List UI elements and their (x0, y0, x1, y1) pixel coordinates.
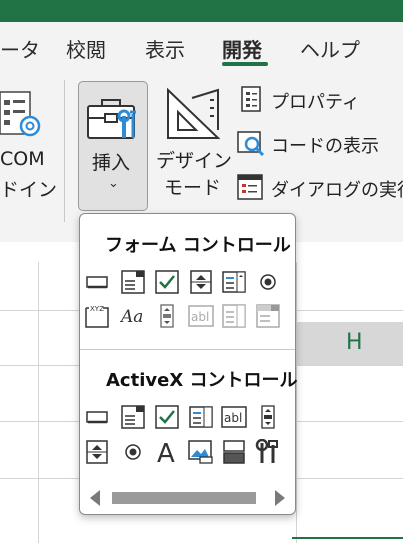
insert-controls-dropdown: フォーム コントロール XYZ Aa abl ActiveX コントロール ab… (79, 213, 298, 515)
tab-review[interactable]: 校閲 (66, 34, 106, 63)
tab-data[interactable]: ータ (0, 34, 40, 63)
grid-line (296, 262, 297, 543)
form-label-icon[interactable]: Aa (120, 303, 146, 329)
properties-button[interactable]: プロパティ (236, 86, 403, 114)
svg-text:XYZ: XYZ (90, 305, 104, 313)
form-text-field-icon: abl (188, 303, 214, 329)
activex-checkbox-icon[interactable] (154, 404, 180, 430)
section-divider (80, 349, 295, 350)
design-mode-button[interactable]: デザイン モード (154, 84, 233, 204)
activex-option-button-icon[interactable] (120, 439, 146, 465)
scroll-right-arrow-icon[interactable] (275, 490, 285, 506)
view-code-icon (237, 131, 265, 157)
scroll-left-arrow-icon[interactable] (90, 490, 100, 506)
svg-text:A: A (157, 439, 175, 465)
activex-command-button-icon[interactable] (84, 404, 110, 430)
tab-help[interactable]: ヘルプ (300, 34, 360, 63)
activex-toggle-button-icon[interactable] (221, 439, 247, 465)
run-dialog-icon (237, 174, 263, 200)
activex-list-box-icon[interactable] (188, 404, 214, 430)
properties-label: プロパティ (271, 92, 360, 113)
form-controls-heading: フォーム コントロール (105, 235, 291, 256)
com-addins-button[interactable]: COM ドイン (0, 84, 57, 204)
chevron-down-icon: ⌄ (108, 176, 119, 191)
form-checkbox-icon[interactable] (154, 269, 180, 295)
popup-horizontal-scrollbar[interactable] (90, 487, 287, 509)
svg-text:Aa: Aa (120, 307, 143, 327)
activex-controls-heading: ActiveX コントロール (106, 370, 298, 391)
design-mode-label-2: モード (164, 177, 222, 199)
svg-text:abl: abl (191, 310, 209, 324)
com-addins-icon (0, 91, 41, 137)
form-group-box-icon[interactable]: XYZ (84, 303, 110, 329)
activex-image-icon[interactable] (188, 439, 214, 465)
activex-scroll-bar-icon[interactable] (255, 404, 281, 430)
title-bar (0, 0, 403, 22)
form-combo-list-edit-icon (221, 303, 247, 329)
design-mode-label-1: デザイン (156, 150, 233, 172)
form-list-box-icon[interactable] (221, 269, 247, 295)
activex-text-box-icon[interactable]: abl (221, 404, 247, 430)
scroll-thumb[interactable] (112, 492, 256, 504)
ribbon-tabs: ータ 校閲 表示 開発 ヘルプ (0, 22, 403, 74)
form-scroll-bar-icon[interactable] (154, 303, 180, 329)
tab-view[interactable]: 表示 (145, 34, 185, 63)
form-option-button-icon[interactable] (255, 269, 281, 295)
toolbox-icon (87, 99, 136, 139)
grid-line (38, 262, 39, 543)
view-code-label: コードの表示 (271, 136, 379, 157)
form-combo-drop-down-edit-icon (255, 303, 281, 329)
design-mode-icon (167, 87, 221, 139)
com-addins-label-2: ドイン (0, 179, 58, 201)
ribbon-group-separator (64, 80, 65, 222)
selected-cell-border (292, 537, 403, 539)
form-spin-button-icon[interactable] (188, 269, 214, 295)
run-dialog-button[interactable]: ダイアログの実行 (236, 174, 403, 202)
run-dialog-label: ダイアログの実行 (271, 180, 403, 201)
view-code-button[interactable]: コードの表示 (236, 130, 403, 158)
svg-text:abl: abl (224, 411, 242, 425)
com-addins-label-1: COM (0, 148, 45, 170)
column-header-label: H (346, 330, 363, 355)
form-button-icon[interactable] (84, 269, 110, 295)
active-tab-indicator (222, 62, 268, 66)
insert-controls-button[interactable]: 挿入 ⌄ (78, 81, 148, 211)
activex-label-icon[interactable]: A (154, 439, 180, 465)
activex-more-controls-icon[interactable] (255, 439, 281, 465)
insert-label: 挿入 (92, 152, 131, 174)
activex-spin-button-icon[interactable] (84, 439, 110, 465)
form-combo-box-icon[interactable] (120, 269, 146, 295)
tab-developer[interactable]: 開発 (222, 34, 262, 63)
activex-combo-box-icon[interactable] (120, 404, 146, 430)
properties-icon (241, 86, 261, 112)
